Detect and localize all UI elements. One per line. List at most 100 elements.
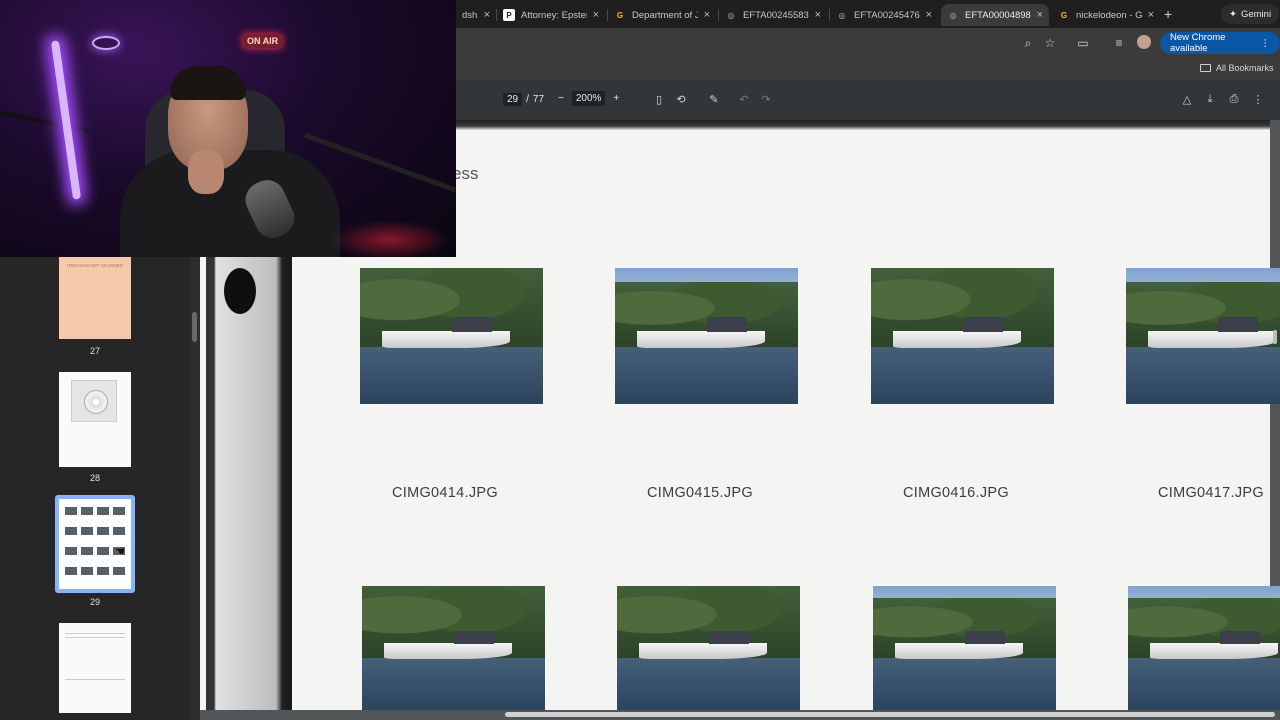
browser-tab[interactable]: G Department of J × (608, 4, 716, 26)
photo-cabin (708, 630, 749, 645)
photo-cabin (962, 316, 1003, 332)
tab-separator (496, 9, 497, 21)
annotate-icon[interactable]: ✎ (707, 93, 721, 106)
bookmark-star-icon[interactable]: ☆ (1043, 36, 1057, 50)
mini-photo (65, 567, 77, 575)
tab-title: EFTA00245476. (854, 9, 920, 21)
thumbnail-page-29-selected[interactable]: ☚ (55, 495, 135, 593)
mini-photo (81, 567, 93, 575)
mini-photo (113, 567, 125, 575)
photo-boat (1147, 330, 1277, 349)
mini-photo (97, 567, 109, 575)
mini-photo (81, 507, 93, 515)
all-bookmarks-button[interactable]: All Bookmarks (1200, 63, 1274, 73)
mouse-cursor-icon: ☚ (115, 546, 125, 558)
photo-water (362, 657, 545, 710)
zoom-in-button[interactable]: + (613, 93, 619, 104)
sidebar-scrollbar[interactable] (190, 256, 200, 720)
thumbnail-page-27[interactable]: ITEM WAS NOT SCANNED (59, 257, 131, 339)
fit-page-icon[interactable]: ▯ (652, 93, 666, 106)
boat-photo (617, 586, 800, 710)
tab-separator (607, 9, 608, 21)
photo-water (1126, 346, 1280, 404)
mini-photo (65, 547, 77, 555)
mini-photo (65, 527, 77, 535)
photo-boat (892, 330, 1022, 349)
close-tab-icon[interactable]: × (593, 9, 599, 21)
undo-icon[interactable]: ↶ (737, 93, 751, 106)
close-tab-icon[interactable]: × (704, 9, 710, 21)
tab-title: nickelodeon - Go (1076, 9, 1142, 21)
photo-caption: CIMG0415.JPG (647, 485, 753, 501)
new-chrome-available-button[interactable]: New Chrome available ⋮ (1160, 32, 1280, 54)
redo-icon[interactable]: ↷ (759, 93, 773, 106)
mini-photo (81, 547, 93, 555)
close-tab-icon[interactable]: × (926, 9, 932, 21)
browser-tab[interactable]: Gnickelodeon - Go × (1052, 4, 1160, 26)
drive-save-icon[interactable]: △ (1180, 93, 1194, 106)
zoom-icon[interactable]: ⌕ (1021, 36, 1035, 51)
cast-icon[interactable]: ▭ (1076, 36, 1090, 50)
sidebar-scrollbar-thumb[interactable] (192, 312, 197, 342)
thumbnail-page-30[interactable] (59, 623, 131, 713)
more-options-icon[interactable]: ⋮ (1251, 93, 1265, 106)
browser-tab[interactable]: ◎ EFTA00245476. × (830, 4, 938, 26)
browser-tab[interactable]: P Attorney: Epstein × (497, 4, 605, 26)
horizontal-scrollbar[interactable] (505, 712, 1275, 717)
close-tab-icon[interactable]: × (1037, 9, 1043, 21)
photo-caption: CIMG0417.JPG (1158, 485, 1264, 501)
photo-cabin (964, 630, 1005, 645)
reading-list-icon[interactable]: ≡ (1112, 36, 1126, 50)
screen: + ✦ Gemini dshi × P Attorney: Epstein × G Depa… (0, 0, 1280, 720)
vertical-scrollbar-thumb[interactable] (1273, 330, 1277, 344)
mini-photo (113, 507, 125, 515)
photo-boat (383, 643, 513, 660)
print-icon[interactable]: ⎙ (1227, 93, 1241, 106)
streamer-hair (170, 66, 246, 100)
red-light (330, 220, 450, 257)
rotate-icon[interactable]: ⟲ (674, 93, 688, 106)
photo-caption: CIMG0414.JPG (392, 485, 498, 501)
page-separator: / (526, 94, 529, 105)
browser-tab[interactable]: ◎ EFTA00004898 × (941, 4, 1049, 26)
kebab-menu-icon[interactable]: ⋮ (1261, 38, 1271, 49)
mini-photo (113, 527, 125, 535)
new-tab-button[interactable]: + (1164, 6, 1172, 22)
page-number-input[interactable]: 29 (503, 93, 523, 106)
photo-cabin (706, 316, 747, 332)
thumbnail-text: ITEM WAS NOT SCANNED (66, 263, 123, 268)
profile-avatar[interactable] (1137, 35, 1151, 49)
on-air-sign: ON AIR (243, 34, 283, 48)
zoom-out-button[interactable]: − (558, 93, 564, 104)
photo-water (873, 657, 1056, 710)
photo-boat (381, 330, 511, 349)
photo-cabin (1217, 316, 1258, 332)
photo-water (617, 657, 800, 710)
thumbnail-number: 29 (89, 597, 100, 607)
browser-tab[interactable]: ◎ EFTA00245583. × (719, 4, 827, 26)
photo-boat (1149, 643, 1279, 660)
google-icon: G (1060, 10, 1068, 20)
browser-tab[interactable]: dshi × (456, 4, 496, 26)
tab-separator (718, 9, 719, 21)
mini-photo (81, 527, 93, 535)
globe-icon: ◎ (727, 10, 735, 20)
tab-title: dshi (462, 9, 478, 21)
boat-photo (871, 268, 1054, 404)
boat-photo (873, 586, 1056, 710)
cable (0, 110, 90, 134)
download-icon[interactable]: ⤓ (1203, 93, 1217, 106)
site-favicon-icon: P (503, 9, 515, 21)
globe-icon: ◎ (949, 10, 957, 20)
zoom-level-input[interactable]: 200% (571, 91, 606, 106)
mini-photo (97, 507, 109, 515)
new-chrome-label: New Chrome available (1170, 32, 1226, 54)
close-tab-icon[interactable]: × (484, 9, 490, 21)
photo-water (360, 346, 543, 404)
close-tab-icon[interactable]: × (815, 9, 821, 21)
total-pages: 77 (532, 94, 545, 105)
gemini-button[interactable]: ✦ Gemini (1221, 4, 1280, 24)
tab-title: EFTA00004898 (965, 9, 1031, 21)
thumbnail-page-28[interactable] (59, 372, 131, 467)
close-tab-icon[interactable]: × (1148, 9, 1154, 21)
